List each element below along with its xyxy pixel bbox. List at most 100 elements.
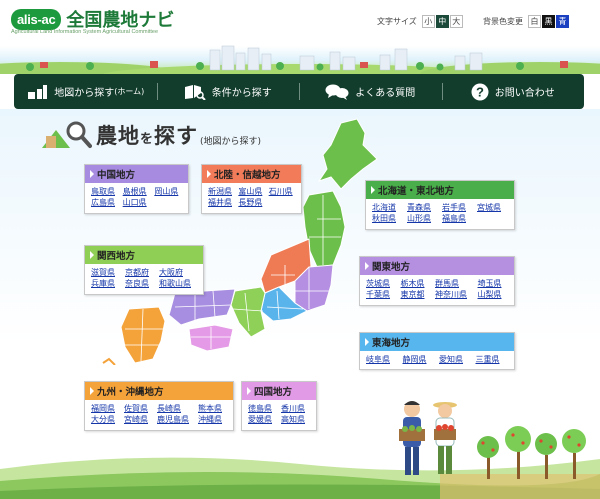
bg-black-button[interactable]: 黒 [542,15,555,28]
region-title: 東海地方 [360,333,514,351]
pref-link[interactable]: 長野県 [238,198,264,208]
region-title: 関東地方 [360,257,514,275]
pref-link[interactable]: 山梨県 [478,290,509,300]
pref-link[interactable]: 島根県 [123,187,151,197]
region-tokai: 東海地方 岐阜県 静岡県 愛知県 三重県 [359,332,515,370]
pref-link[interactable]: 秋田県 [372,214,403,224]
region-title: 北陸・信越地方 [202,165,301,183]
pref-link[interactable]: 富山県 [238,187,264,197]
pref-link[interactable]: 福岡県 [91,404,120,414]
pref-link[interactable]: 宮城県 [477,203,508,213]
pref-link[interactable]: 北海道 [372,203,403,213]
bg-white-button[interactable]: 白 [528,15,541,28]
pref-link[interactable]: 徳島県 [248,404,277,414]
region-title: 四国地方 [242,382,316,400]
pref-link[interactable]: 石川県 [269,187,295,197]
pref-link[interactable]: 鳥取県 [91,187,119,197]
pref-link[interactable]: 大分県 [91,415,120,425]
pref-link[interactable]: 鹿児島県 [157,415,194,425]
pref-link[interactable]: 大阪府 [159,268,197,278]
region-kanto: 関東地方 茨城県 栃木県 群馬県 埼玉県 千葉県 東京都 神奈川県 山梨県 [359,256,515,306]
nav-contact-label: お問い合わせ [494,88,555,99]
pref-link[interactable]: 愛知県 [439,355,472,365]
svg-text:?: ? [476,84,484,99]
pref-link[interactable]: 高知県 [281,415,310,425]
pref-link[interactable]: 茨城県 [366,279,397,289]
page-heading-part-a: 農地 [96,124,140,148]
region-title: 関西地方 [85,246,203,264]
pref-link[interactable]: 青森県 [407,203,438,213]
pref-link[interactable]: 新潟県 [208,187,234,197]
bg-color-label: 背景色変更 [483,17,523,26]
page-heading-particle: を [140,132,155,147]
main-navigation: 地図から探す (ホーム) 条件から探す よくある質問 ? お問い合わせ [14,74,584,109]
nav-faq[interactable]: よくある質問 [299,74,442,109]
pref-link[interactable]: 岡山県 [154,187,182,197]
pref-link[interactable]: 滋賀県 [91,268,121,278]
bg-blue-button[interactable]: 青 [556,15,569,28]
region-chugoku: 中国地方 鳥取県 島根県 岡山県 広島県 山口県 [84,164,189,214]
pref-link[interactable]: 広島県 [91,198,119,208]
hokkaido-region[interactable] [317,118,378,190]
pref-link[interactable]: 山口県 [123,198,151,208]
nav-condition-search-label: 条件から探す [211,88,272,99]
region-shikoku: 四国地方 徳島県 香川県 愛媛県 高知県 [241,381,317,431]
region-title: 中国地方 [85,165,188,183]
font-size-large-button[interactable]: 大 [449,15,463,28]
pref-link[interactable]: 岩手県 [442,203,473,213]
nav-condition-search[interactable]: 条件から探す [156,74,300,109]
site-header: alis-ac 全国農地ナビ Agricultural Land Informa… [0,0,600,74]
pref-link[interactable]: 栃木県 [401,279,432,289]
font-size-small-button[interactable]: 小 [421,15,435,28]
pref-link[interactable]: 福島県 [442,214,473,224]
pref-link[interactable]: 兵庫県 [91,279,121,289]
region-kansai: 関西地方 滋賀県 京都府 大阪府 兵庫県 奈良県 和歌山県 [84,245,204,295]
region-title: 北海道・東北地方 [366,181,514,199]
nav-faq-label: よくある質問 [355,88,416,99]
farm-search-icon [42,121,92,148]
font-size-medium-button[interactable]: 中 [435,15,449,28]
book-search-icon [184,84,206,100]
nav-contact[interactable]: ? お問い合わせ [441,74,585,109]
pref-link[interactable]: 宮崎県 [124,415,153,425]
japan-map[interactable] [95,115,385,365]
pref-link[interactable]: 和歌山県 [159,279,197,289]
map-home-icon [28,84,48,99]
font-size-control: 文字サイズ 小 中 大 [377,15,463,28]
pref-link[interactable]: 奈良県 [125,279,155,289]
page-subtitle: (地図から探す) [200,137,262,147]
pref-link[interactable]: 長崎県 [157,404,194,414]
region-title: 九州・沖縄地方 [85,382,233,400]
kansai-region[interactable] [230,286,266,338]
farmers-illustration [399,401,586,479]
pref-link[interactable]: 三重県 [476,355,509,365]
pref-link[interactable]: 愛媛県 [248,415,277,425]
header-landscape-illustration [0,45,600,74]
pref-link[interactable]: 群馬県 [435,279,474,289]
pref-link[interactable]: 埼玉県 [478,279,509,289]
pref-link[interactable]: 京都府 [125,268,155,278]
pref-link[interactable]: 東京都 [401,290,432,300]
pref-link[interactable]: 沖縄県 [198,415,227,425]
page-title: 農地を探す (地図から探す) [40,120,261,150]
pref-link[interactable]: 香川県 [281,404,310,414]
nav-map-search-label: 地図から探す [54,88,115,99]
pref-link[interactable]: 千葉県 [366,290,397,300]
region-tohoku: 北海道・東北地方 北海道 青森県 岩手県 宮城県 秋田県 山形県 福島県 [365,180,515,230]
pref-link[interactable]: 静岡県 [403,355,436,365]
pref-link[interactable]: 福井県 [208,198,234,208]
pref-link[interactable]: 熊本県 [198,404,227,414]
nav-map-search[interactable]: 地図から探す (ホーム) [14,74,157,109]
region-kyushu: 九州・沖縄地方 福岡県 佐賀県 長崎県 熊本県 大分県 宮崎県 鹿児島県 沖縄県 [84,381,234,431]
logo-subtitle: Agricultural Land Information System Agr… [11,29,159,35]
pref-link[interactable]: 神奈川県 [435,290,474,300]
logo-badge: alis-ac [11,8,62,30]
question-circle-icon: ? [471,83,489,100]
pref-link[interactable]: 佐賀県 [124,404,153,414]
pref-link[interactable]: 山形県 [407,214,438,224]
pref-link[interactable]: 岐阜県 [366,355,399,365]
page-heading: 農地を探す [96,120,198,150]
page-heading-part-b: 探す [154,124,199,148]
font-size-label: 文字サイズ [377,17,417,26]
speech-bubbles-icon [325,84,349,100]
